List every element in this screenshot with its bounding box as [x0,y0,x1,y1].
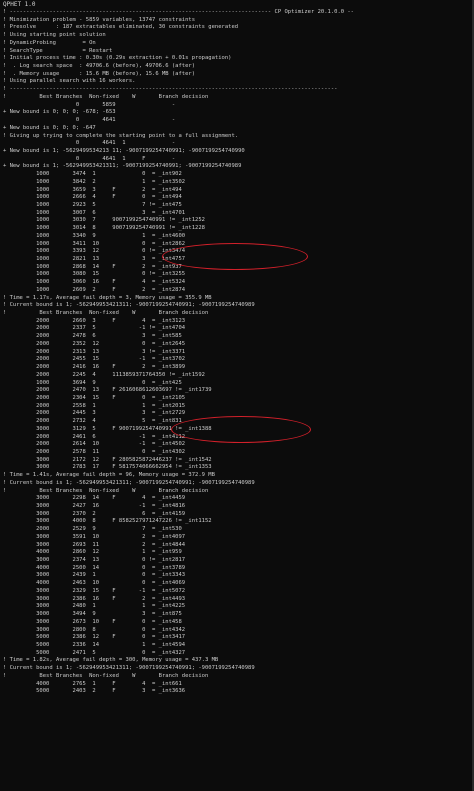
console-line: 3000 2370 2 6 = _int4159 [3,510,186,517]
console-line: ! Using parallel search with 16 workers. [3,78,136,85]
console-line: 1000 3007 6 3 = _int4701 [3,209,186,216]
console-line: 1000 2666 4 F 0 = _int494 [3,194,182,201]
console-line: 3000 4000 8 F 8582527971247226 != _int11… [3,518,212,525]
console-line: 0 4641 - [3,117,176,124]
console-line: ! Giving up trying to complete the start… [3,132,239,139]
console-line: 2000 2455 15 -1 = _int3702 [3,356,186,363]
console-line: 1000 3080 15 0 != _int3255 [3,271,186,278]
console-output: ! --------------------------------------… [0,9,472,696]
console-line: ! Time = 1.17s, Average fail depth = 3, … [3,294,212,301]
console-line: ! Best Branches Non-fixed W Branch decis… [3,672,209,679]
console-line: 2000 2313 13 3 != _int3371 [3,348,186,355]
console-line: 0 4641 1 F - [3,155,176,162]
console-line: 3000 2386 16 F 2 = _int4493 [3,595,186,602]
console-line: 2000 2245 4 1113859371764350 != _int1592 [3,371,205,378]
console-line: 1000 2821 13 3 = _int4757 [3,256,186,262]
console-line: 1000 3411 10 0 = _int2862 [3,240,186,247]
console-line: 2000 2478 6 3 = _int585 [3,333,182,340]
console-line: 2000 2416 16 F 2 = _int3899 [3,364,186,371]
console-line: 2000 2461 6 -1 = _int4112 [3,433,186,440]
console-line: 3000 3494 9 3 = _int875 [3,611,182,618]
console-line: 3000 2172 12 F 2805825872446237 != _int1… [3,456,212,463]
console-line: 2000 2337 5 -1 != _int4704 [3,325,186,332]
console-line: 3000 2693 11 2 = _int4844 [3,541,186,548]
console-line: 2000 2558 1 1 = _int2015 [3,402,186,409]
console-line: 3000 2439 1 0 = _int3343 [3,572,186,579]
console-line: 5000 2386 12 F 0 = _int3417 [3,634,186,641]
console-line: 2000 2732 4 5 = _int831 [3,418,182,425]
console-line: + New bound is 1; -562949953421311; -900… [3,163,242,170]
console-line: ! Current bound is 1; -562949953421311; … [3,302,255,309]
console-line: 2000 2352 12 0 = _int2645 [3,340,186,347]
console-line: ! --------------------------------------… [3,86,338,93]
console-line: 2000 2445 3 3 = _int2729 [3,410,186,417]
window-title: QPHET 1.0 [0,0,472,9]
console-line: + New bound is 0; 0; 0; -647 [3,124,96,131]
console-line: 1000 3659 3 F 2 = _int494 [3,186,182,193]
console-line: 1000 3030 7 9007199254740991 != _int1252 [3,217,205,224]
console-line: 1000 3393 12 0 != _int3474 [3,248,186,255]
console-line: 3000 2329 15 F -1 = _int5072 [3,587,186,594]
console-line: ! Initial process time : 0.30s (0.29s ex… [3,55,232,62]
console-line: 1000 3842 2 1 = _int3502 [3,178,186,185]
console-line: 3000 3129 5 F 9007199254740991 != _int13… [3,425,212,432]
console-line: 5000 2336 14 1 = _int4594 [3,641,186,648]
console-line: 2000 2529 9 7 = _int530 [3,526,182,533]
console-line: 5000 2471 5 0 = _int4327 [3,649,186,656]
console-line: 3000 2673 10 F 0 = _int458 [3,618,182,625]
console-line: ! SearchType = Restart [3,47,113,54]
console-line: 2000 2578 11 0 = _int4302 [3,448,186,455]
console-line: 5000 2403 2 F 3 = _int3636 [3,688,186,695]
console-line: 2000 2470 13 F 2616068612603697 != _int1… [3,387,212,394]
console-line: 3000 2427 16 -1 = _int4816 [3,503,186,509]
console-line: 3000 2374 13 0 != _int2817 [3,557,186,564]
console-line: ! Minimization problem - 5859 variables,… [3,16,196,23]
console-line: ! Time = 1.82s, Average fail depth = 300… [3,657,219,664]
console-line: 4000 2765 1 F 4 = _int661 [3,680,182,687]
console-line: ! Using starting point solution [3,32,106,39]
console-line: 3000 2480 1 1 = _int4225 [3,603,186,610]
console-line: + New bound is 1; -5629499534213 11; -90… [3,147,245,154]
console-line: 1000 3474 1 0 = _int902 [3,171,182,178]
console-line: ! Current bound is 1; -562949953421311; … [3,479,255,486]
console-line: ! Current bound is 1; -562949953421311; … [3,665,255,672]
console-line: 1000 3694 9 0 = _int425 [3,379,182,386]
console-line: 3000 2800 8 0 = _int4342 [3,626,186,633]
console-line: 0 4641 1 - [3,140,176,147]
console-line: 2000 2660 3 F 4 = _int3123 [3,317,186,324]
console-line: 2000 2304 15 F 0 = _int2105 [3,394,186,401]
console-line: 0 5859 - [3,101,176,108]
console-line: ! Time = 1.41s, Average fail depth = 96,… [3,472,215,479]
console-line: + New bound is 0; 0; 0; -678; -653 [3,109,116,116]
console-line: ! . Memory usage : 15.6 MB (before), 15.… [3,70,196,77]
console-line: 4000 2860 12 1 = _int959 [3,549,182,556]
console-line: ! . Log search space : 49706.6 (before),… [3,63,196,70]
console-line: 1000 3340 9 1 = _int4600 [3,232,186,239]
console-line: ! Presolve : 187 extractables eliminated… [3,24,239,31]
console-line: ! Best Branches Non-fixed W Branch decis… [3,93,209,100]
console-line: 2000 2614 10 -1 = _int4502 [3,441,186,448]
console-line: 1000 2609 2 F 2 = _int2874 [3,286,186,293]
console-line: 1000 3060 16 F 4 = _int5324 [3,279,186,286]
console-window: QPHET 1.0 ! ----------------------------… [0,0,474,791]
console-line: ! Best Branches Non-fixed W Branch decis… [3,487,209,494]
console-line: 4000 2463 10 0 = _int4069 [3,580,186,587]
console-line: ! DynamicProbing = On [3,39,96,46]
console-line: 3000 3591 10 2 = _int4097 [3,533,186,540]
console-line: 3000 2298 14 F 4 = _int4459 [3,495,186,502]
console-line: 1000 2923 5 7 != _int475 [3,201,182,208]
console-line: 3000 2783 17 F 5817574066662954 != _int1… [3,464,212,471]
console-line: 4000 2500 14 0 = _int3789 [3,564,186,571]
console-line: 1000 2868 14 F 2 = _int937 [3,263,182,270]
console-line: ! --------------------------------------… [3,9,354,15]
console-line: ! Best Branches Non-fixed W Branch decis… [3,310,209,317]
console-line: 1000 3014 8 9007199254740991 != _int1228 [3,225,205,232]
